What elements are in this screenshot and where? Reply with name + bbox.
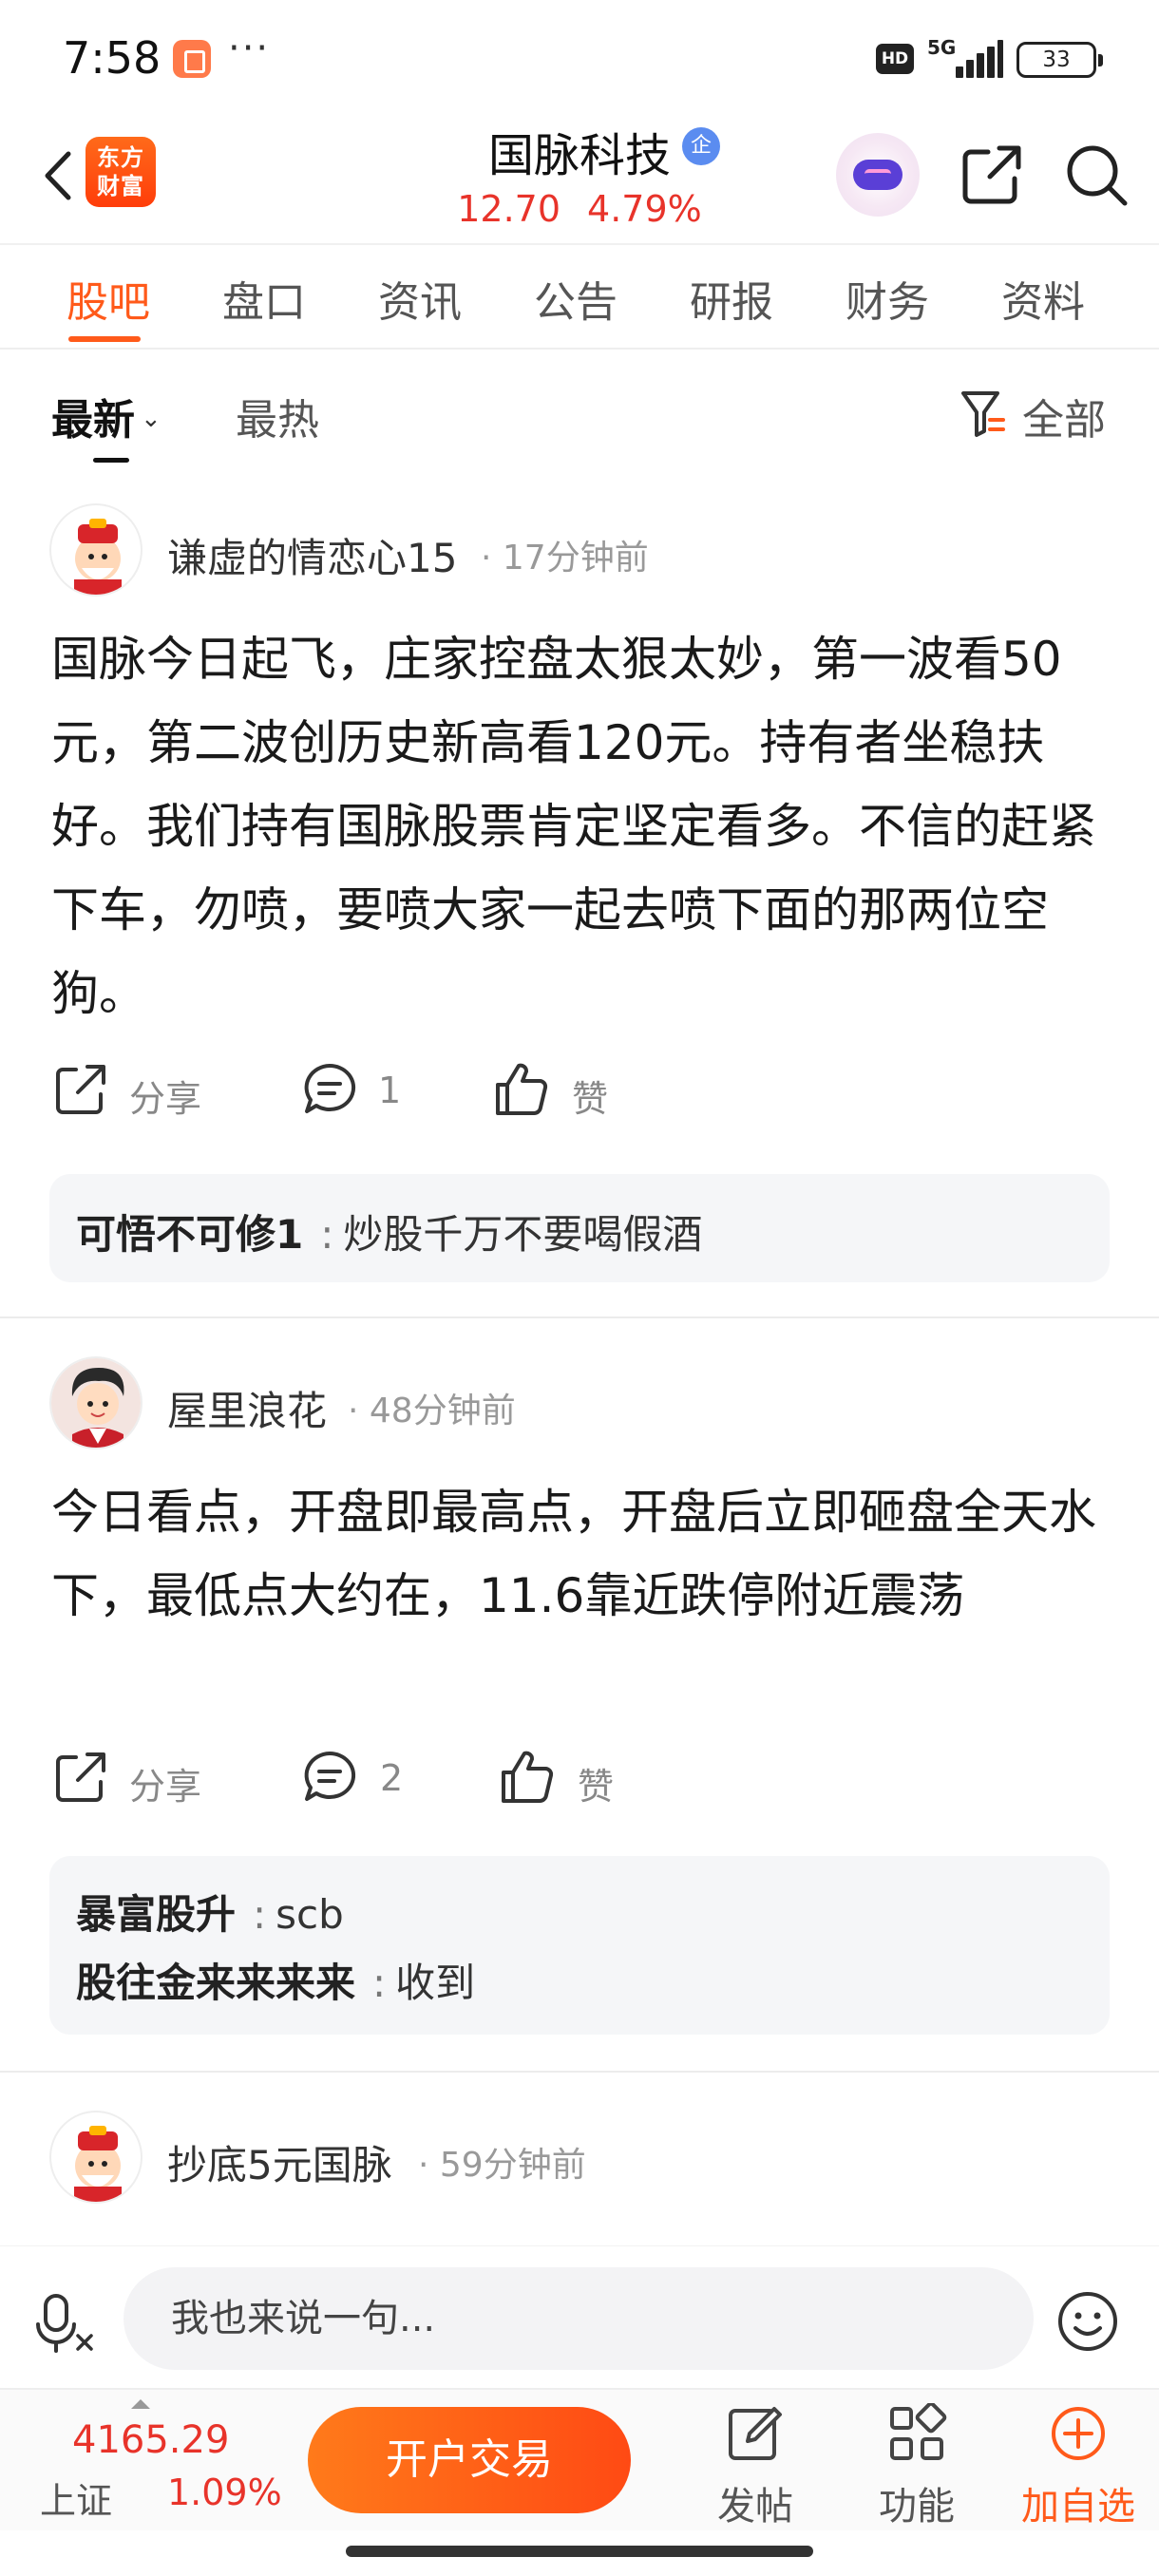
comment-count[interactable]: 2 xyxy=(380,1757,403,1799)
reply-text: scb xyxy=(276,1891,344,1938)
share-icon[interactable] xyxy=(51,1060,110,1119)
voice-input-icon[interactable] xyxy=(34,2290,101,2357)
search-icon[interactable] xyxy=(1058,137,1134,213)
reply-preview[interactable]: 暴富股升: scb 股往金来来来来: 收到 xyxy=(49,1856,1110,2035)
reply-item: 可悟不可修1: 炒股千万不要喝假酒 xyxy=(76,1211,703,1258)
tab-research[interactable]: 研报 xyxy=(690,268,773,329)
reply-text: 收到 xyxy=(395,1960,476,2006)
add-watchlist-button[interactable]: 加自选 xyxy=(1016,2399,1140,2529)
stock-change-pct: 4.79% xyxy=(587,188,702,230)
comment-icon[interactable] xyxy=(300,1060,359,1119)
share-label[interactable]: 分享 xyxy=(129,1070,201,1122)
like-icon[interactable] xyxy=(498,1748,557,1807)
bottom-toolbar: 4165.29 上证 1.09% 开户交易 发帖 功能 加自选 xyxy=(0,2388,1159,2530)
reply-user: 暴富股升 xyxy=(76,1891,237,1938)
status-time: 7:58 xyxy=(63,32,162,84)
comment-count[interactable]: 1 xyxy=(378,1070,401,1111)
avatar[interactable] xyxy=(49,503,142,597)
stock-name: 国脉科技 xyxy=(487,129,671,182)
tab-announcements[interactable]: 公告 xyxy=(534,268,618,329)
reply-preview[interactable]: 可悟不可修1: 炒股千万不要喝假酒 xyxy=(49,1174,1110,1282)
signal-icon xyxy=(956,40,1003,78)
filter-icon[interactable] xyxy=(960,388,1007,441)
post-content[interactable]: 国脉今日起飞，庄家控盘太狠太妙，第一波看50元，第二波创历史新高看120元。持有… xyxy=(51,617,1115,1035)
add-watchlist-label: 加自选 xyxy=(1021,2485,1135,2529)
sort-indicator xyxy=(93,458,129,463)
index-name[interactable]: 上证 xyxy=(40,2472,112,2524)
index-value[interactable]: 4165.29 xyxy=(72,2418,229,2462)
god-of-wealth-avatar-icon xyxy=(74,519,122,595)
like-label[interactable]: 赞 xyxy=(572,1070,608,1122)
ai-assistant-icon[interactable] xyxy=(836,133,920,217)
tab-guba[interactable]: 股吧 xyxy=(66,268,150,329)
post-divider xyxy=(0,1316,1159,1318)
share-icon[interactable] xyxy=(954,137,1030,213)
hd-voice-icon: HD xyxy=(876,44,914,74)
author-name[interactable]: 谦虚的情恋心15 xyxy=(167,526,457,584)
sort-hot[interactable]: 最热 xyxy=(236,386,319,446)
status-bar: 7:58 ··· HD 5G 33 xyxy=(0,0,1159,114)
open-account-trade-button[interactable]: 开户交易 xyxy=(308,2407,631,2513)
edit-post-icon xyxy=(729,2407,782,2460)
tab-profile[interactable]: 资料 xyxy=(1001,268,1085,329)
network-type: 5G xyxy=(927,36,957,59)
comment-input-bar xyxy=(0,2245,1159,2388)
section-tabs: 股吧 盘口 资讯 公告 研报 财务 资料 xyxy=(0,243,1159,350)
author-name[interactable]: 屋里浪花 xyxy=(167,1379,327,1437)
battery-icon: 33 xyxy=(1016,42,1103,78)
chevron-down-icon: ⌄ xyxy=(141,405,162,433)
sort-latest-dropdown[interactable]: 最新 ⌄ xyxy=(51,386,162,446)
avatar[interactable] xyxy=(49,2111,142,2204)
tab-finance[interactable]: 财务 xyxy=(846,268,929,329)
notification-app-icon xyxy=(173,40,211,78)
tab-pankou[interactable]: 盘口 xyxy=(222,268,306,329)
expand-caret-icon[interactable] xyxy=(131,2399,150,2409)
post-time-text: 59分钟前 xyxy=(439,2146,586,2185)
post-time: · 48分钟前 xyxy=(348,1392,516,1430)
reply-item: 暴富股升: scb xyxy=(76,1891,344,1938)
sort-bar: 最新 ⌄ 最热 全部 xyxy=(0,351,1159,473)
post-time: · 59分钟前 xyxy=(418,2146,586,2185)
functions-button[interactable]: 功能 xyxy=(855,2399,978,2529)
avatar[interactable] xyxy=(49,1356,142,1449)
stock-header: 东方 财富 国脉科技 企 12.70 4.79% xyxy=(0,114,1159,243)
like-label[interactable]: 赞 xyxy=(578,1757,614,1809)
reply-user: 可悟不可修1 xyxy=(76,1211,304,1258)
functions-label: 功能 xyxy=(879,2485,955,2529)
tab-news[interactable]: 资讯 xyxy=(378,268,462,329)
post-actions: 分享 2 赞 xyxy=(0,1748,1159,1824)
post-content[interactable]: 今日看点，开盘即最高点，开盘后立即砸盘全天水下，最低点大约在，11.6靠近跌停附… xyxy=(51,1470,1115,1638)
post-button[interactable]: 发帖 xyxy=(694,2399,817,2529)
author-name[interactable]: 抄底5元国脉 xyxy=(167,2133,392,2191)
post-time-text: 48分钟前 xyxy=(369,1392,516,1430)
comment-icon[interactable] xyxy=(300,1748,359,1807)
share-icon[interactable] xyxy=(51,1748,110,1807)
enterprise-badge-icon: 企 xyxy=(682,127,720,165)
post-time: · 17分钟前 xyxy=(481,539,649,578)
index-change[interactable]: 1.09% xyxy=(167,2472,282,2513)
post-time-text: 17分钟前 xyxy=(502,539,649,578)
filter-label[interactable]: 全部 xyxy=(1022,386,1106,446)
post-actions: 分享 1 赞 xyxy=(0,1060,1159,1136)
reply-user: 股往金来来来来 xyxy=(76,1960,356,2006)
stock-price: 12.70 xyxy=(457,188,561,230)
plus-circle-icon xyxy=(1052,2407,1105,2460)
status-more-icon: ··· xyxy=(228,27,271,70)
comment-input[interactable] xyxy=(124,2267,1034,2370)
like-icon[interactable] xyxy=(492,1060,551,1119)
reply-text: 炒股千万不要喝假酒 xyxy=(343,1211,703,1258)
post-divider xyxy=(0,2071,1159,2073)
share-label[interactable]: 分享 xyxy=(129,1757,201,1809)
sort-latest-label: 最新 xyxy=(51,396,135,445)
reply-item: 股往金来来来来: 收到 xyxy=(76,1960,476,2006)
grid-apps-icon xyxy=(890,2403,947,2460)
post-label: 发帖 xyxy=(717,2485,793,2529)
active-tab-indicator xyxy=(68,336,141,342)
home-indicator[interactable] xyxy=(346,2546,813,2557)
emoji-icon[interactable] xyxy=(1054,2288,1121,2355)
god-of-wealth-avatar-icon xyxy=(74,2126,122,2202)
boy-avatar-icon xyxy=(51,1358,141,1448)
